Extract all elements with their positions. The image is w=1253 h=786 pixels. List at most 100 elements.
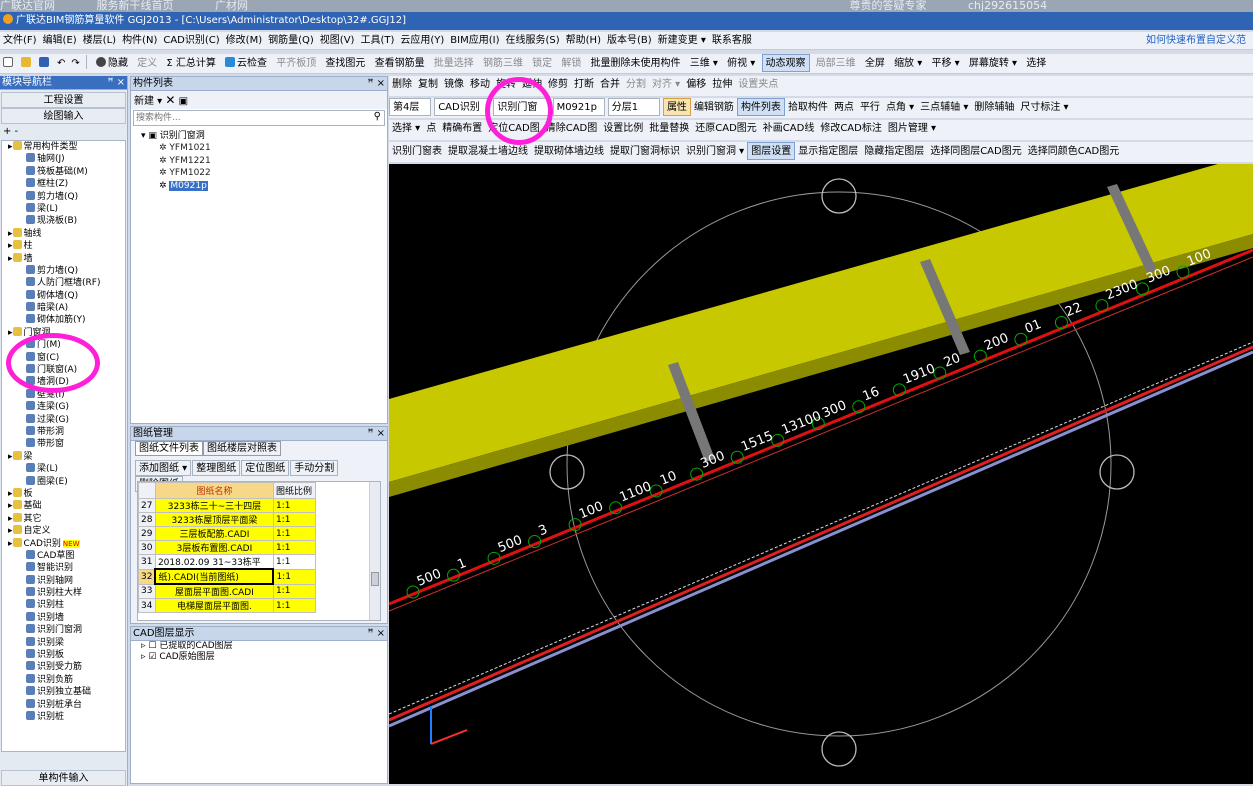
- menu-bim[interactable]: BIM应用(I): [447, 32, 502, 50]
- layer-item-extracted[interactable]: ▹ ☐ 已提取的CAD图层: [141, 641, 387, 652]
- parallel-button[interactable]: 平行: [857, 99, 883, 117]
- nav-tree-item[interactable]: 筏板基础(M): [6, 165, 125, 178]
- nav-tree-item[interactable]: CAD草图: [6, 549, 125, 562]
- menu-view[interactable]: 视图(V): [317, 32, 358, 50]
- table-row[interactable]: 32 纸).CADI(当前图纸) 1:1: [138, 568, 316, 585]
- table-row[interactable]: 31 2018.02.09 31~33栋平 1:1: [138, 554, 316, 570]
- rebar-3d-button[interactable]: 钢筋三维: [480, 55, 526, 73]
- drawing-input-button[interactable]: 绘图输入: [1, 108, 126, 124]
- delete-button[interactable]: 删除: [389, 76, 415, 94]
- component-item[interactable]: ✲ YFM1021: [141, 142, 387, 154]
- nav-tree-item[interactable]: 剪力墙(Q): [6, 264, 125, 277]
- copy-button[interactable]: 复制: [415, 76, 441, 94]
- nav-tree-item[interactable]: 砌体墙(Q): [6, 289, 125, 302]
- nav-tree-item[interactable]: 连梁(G): [6, 401, 125, 413]
- trim-button[interactable]: 修剪: [545, 76, 571, 94]
- nav-tree-item[interactable]: 框柱(Z): [6, 178, 125, 190]
- single-component-input-button[interactable]: 单构件输入: [1, 770, 126, 786]
- expand-icon[interactable]: ▸: [8, 489, 13, 499]
- menu-component[interactable]: 构件(N): [119, 32, 160, 50]
- nav-tree-item[interactable]: 识别桩: [6, 710, 125, 723]
- table-scrollbar[interactable]: [369, 482, 380, 620]
- nav-tree-item[interactable]: ▸ 轴线: [6, 227, 125, 240]
- nav-tree-item[interactable]: 过梁(G): [6, 413, 125, 426]
- edit-rebar-button[interactable]: 编辑钢筋: [691, 99, 737, 117]
- draw-cad-line-button[interactable]: 补画CAD线: [760, 120, 818, 138]
- table-row[interactable]: 34 电梯屋面层平面图. 1:1: [138, 598, 316, 613]
- properties-button[interactable]: 属性: [662, 98, 691, 116]
- clear-cad-button[interactable]: 清除CAD图: [543, 120, 601, 138]
- nav-tree-item[interactable]: ▸ 墙: [6, 252, 125, 265]
- component-select[interactable]: M0921p: [552, 98, 605, 116]
- nav-tree-item[interactable]: ▸ 基础: [6, 500, 125, 512]
- nav-tree-item[interactable]: 识别柱大样: [6, 587, 125, 599]
- nav-tree-item[interactable]: ▸ 其它: [6, 512, 125, 525]
- add-drawing-button[interactable]: 添加图纸 ▾: [135, 460, 192, 476]
- nav-tree-item[interactable]: 识别柱: [6, 599, 125, 611]
- redo-icon[interactable]: ↷: [68, 55, 82, 73]
- top-view-dropdown[interactable]: 俯视 ▾: [724, 55, 758, 73]
- table-row[interactable]: 30 3层板布置图.CADI 1:1: [138, 540, 316, 555]
- modify-cad-label-button[interactable]: 修改CAD标注: [817, 120, 885, 138]
- nav-tree-item[interactable]: 轴网(J): [6, 153, 125, 165]
- nav-tree-item[interactable]: 识别负筋: [6, 673, 125, 686]
- menu-version[interactable]: 版本号(B): [604, 32, 655, 50]
- delete-x-icon[interactable]: ✕: [165, 93, 175, 107]
- extract-opening-label-button[interactable]: 提取门窗洞标识: [607, 143, 683, 161]
- tab-file-list[interactable]: 图纸文件列表: [135, 441, 203, 456]
- table-row[interactable]: 33 屋面层平面图.CADI 1:1: [138, 583, 316, 599]
- merge-button[interactable]: 合并: [597, 76, 623, 94]
- image-manage-dropdown[interactable]: 图片管理 ▾: [885, 120, 939, 138]
- expand-collapse-icons[interactable]: + -: [0, 124, 127, 140]
- pin-close-icon[interactable]: ꟸ ×: [368, 627, 385, 640]
- show-layer-button[interactable]: 显示指定图层: [795, 143, 861, 161]
- cloud-check-button[interactable]: 云检查: [222, 55, 270, 73]
- dimension-dropdown[interactable]: 尺寸标注 ▾: [1017, 99, 1071, 117]
- set-grip-button[interactable]: 设置夹点: [735, 76, 781, 94]
- lock-button[interactable]: 锁定: [529, 55, 555, 73]
- view-3d-dropdown[interactable]: 三维 ▾: [687, 55, 721, 73]
- nav-tree-item[interactable]: 人防门框墙(RF): [6, 277, 125, 289]
- nav-tree-item[interactable]: ▸ 柱: [6, 240, 125, 252]
- nav-tree-item[interactable]: 砌体加筋(Y): [6, 314, 125, 326]
- zoom-dropdown[interactable]: 缩放 ▾: [891, 55, 925, 73]
- nav-tree-item[interactable]: 梁(L): [6, 202, 125, 215]
- set-scale-button[interactable]: 设置比例: [600, 120, 646, 138]
- pan-dropdown[interactable]: 平移 ▾: [928, 55, 962, 73]
- nav-tree-item[interactable]: 识别受力筋: [6, 661, 125, 673]
- define-button[interactable]: 定义: [134, 55, 160, 73]
- nav-tree-item[interactable]: 圈梁(E): [6, 475, 125, 488]
- select-dropdown[interactable]: 选择 ▾: [389, 120, 423, 138]
- undo-icon[interactable]: ↶: [54, 55, 68, 73]
- layer-item-original[interactable]: ▹ ☑ CAD原始图层: [141, 652, 387, 663]
- expand-icon[interactable]: ▸: [8, 452, 13, 462]
- recognize-window-table-button[interactable]: 识别门窗表: [389, 143, 445, 161]
- two-point-button[interactable]: 两点: [831, 99, 857, 117]
- nav-tree-item[interactable]: ▸ 常用构件类型: [6, 141, 125, 153]
- component-item-selected[interactable]: ✲ M0921p: [141, 180, 387, 192]
- dynamic-orbit-button[interactable]: 动态观察: [761, 54, 810, 72]
- save-icon[interactable]: [36, 55, 54, 73]
- pin-close-icon[interactable]: ꟸ ×: [368, 427, 385, 440]
- nav-tree-item[interactable]: ▸ 梁: [6, 450, 125, 463]
- offset-button[interactable]: 偏移: [683, 76, 709, 94]
- find-element-button[interactable]: 查找图元: [322, 55, 368, 73]
- hide-layer-button[interactable]: 隐藏指定图层: [861, 143, 927, 161]
- pick-component-button[interactable]: 拾取构件: [785, 99, 831, 117]
- menu-floor[interactable]: 楼层(L): [80, 32, 119, 50]
- nav-tree-item[interactable]: 识别墙: [6, 611, 125, 624]
- fullscreen-button[interactable]: 全屏: [862, 55, 888, 73]
- nav-tree-item[interactable]: 带形洞: [6, 425, 125, 438]
- nav-tree-item[interactable]: ▸ 自定义: [6, 525, 125, 537]
- help-link[interactable]: 如何快速布置自定义范: [1143, 32, 1249, 50]
- select-same-color-button[interactable]: 选择同颜色CAD图元: [1025, 143, 1123, 161]
- component-root[interactable]: ▾ ▣ 识别门窗洞: [141, 130, 387, 142]
- search-icon[interactable]: ⚲: [374, 111, 381, 122]
- nav-tree-item[interactable]: 识别桩承台: [6, 698, 125, 711]
- batch-select-button[interactable]: 批量选择: [431, 55, 477, 73]
- table-row[interactable]: 27 3233栋三十~三十四层 1:1: [138, 498, 316, 513]
- local-3d-button[interactable]: 局部三维: [813, 55, 859, 73]
- component-list-button[interactable]: 构件列表: [736, 98, 785, 116]
- nav-tree-item[interactable]: 智能识别: [6, 562, 125, 574]
- point-angle-dropdown[interactable]: 点角 ▾: [883, 99, 917, 117]
